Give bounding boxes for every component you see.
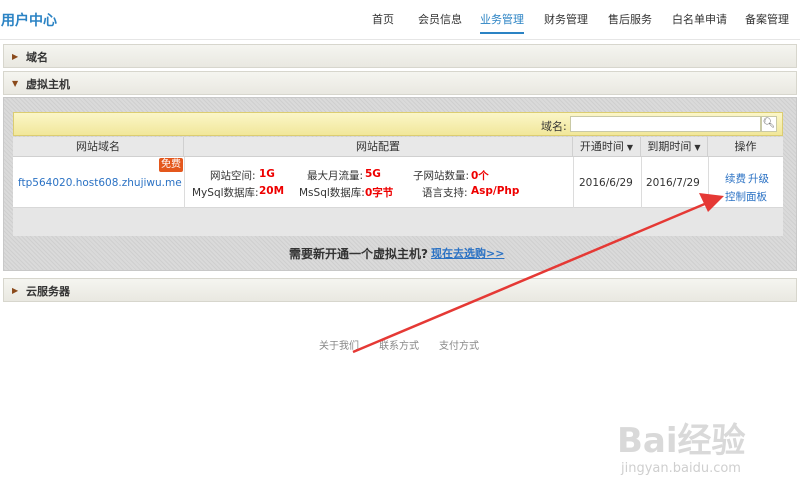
site-domain-link[interactable]: ftp564020.host608.zhujiwu.me (18, 177, 182, 189)
triangle-down-icon: ▼ (12, 79, 19, 88)
open-time-value: 2016/6/29 (579, 177, 633, 189)
config-language-value: Asp/Php (471, 185, 520, 197)
config-mysql-label: MySql数据库: (192, 187, 259, 199)
search-icon[interactable]: 🔍︎ (761, 116, 777, 132)
baidu-jingyan-watermark: Bai经验 jingyan.baidu.com (617, 413, 746, 476)
config-subsite-label: 子网站数量: (413, 170, 470, 182)
search-label: 域名: (541, 120, 567, 133)
panel-virtual-host[interactable]: ▼ 虚拟主机 (3, 71, 797, 95)
sort-down-icon: ▼ (626, 143, 634, 152)
domain-search-bar: 域名: 🔍︎ (13, 112, 783, 136)
panel-domain-title: 域名 (26, 51, 48, 64)
config-mssql-value: 0字节 (365, 187, 394, 199)
new-host-prompt: 需要新开通一个虚拟主机? (289, 247, 428, 261)
nav-finance-management[interactable]: 财务管理 (544, 11, 588, 27)
config-mysql-value: 20M (259, 185, 285, 197)
top-header: 用户中心 首页 会员信息 业务管理 财务管理 售后服务 白名单申请 备案管理 (0, 0, 800, 40)
free-badge: 免费 (159, 158, 183, 172)
column-header-domain: 网站域名 (13, 137, 184, 157)
panel-cloud-server[interactable]: ▶ 云服务器 (3, 278, 797, 302)
triangle-right-icon: ▶ (12, 286, 19, 295)
cell-divider (184, 157, 185, 208)
config-language-label: 语言支持: (422, 187, 468, 199)
table-footer-strip (13, 208, 783, 236)
nav-business-management[interactable]: 业务管理 (480, 11, 524, 34)
search-input[interactable] (570, 116, 761, 132)
config-mssql-label: MsSql数据库: (299, 187, 365, 199)
column-header-open-time[interactable]: 开通时间 ▼ (573, 137, 641, 157)
buy-now-link[interactable]: 现在去选购>> (431, 245, 504, 261)
config-space-value: 1G (259, 168, 275, 180)
nav-home[interactable]: 首页 (372, 11, 394, 27)
footer-about-us[interactable]: 关于我们 (319, 337, 359, 352)
config-space-label: 网站空间: (210, 170, 256, 182)
control-panel-link[interactable]: 控制面板 (725, 189, 767, 204)
brand-title: 用户中心 (1, 13, 57, 29)
column-header-actions: 操作 (708, 137, 783, 157)
config-traffic-value: 5G (365, 168, 381, 180)
cell-divider (573, 157, 574, 208)
cell-divider (641, 157, 642, 208)
nav-member-info[interactable]: 会员信息 (418, 11, 462, 27)
watermark-url: jingyan.baidu.com (621, 461, 741, 476)
panel-domain[interactable]: ▶ 域名 (3, 44, 797, 68)
column-header-config: 网站配置 (184, 137, 573, 157)
config-subsite-value: 0个 (471, 170, 489, 182)
cell-divider (708, 157, 709, 208)
footer-payment-methods[interactable]: 支付方式 (439, 337, 479, 352)
watermark-logo-text: Bai经验 (617, 421, 746, 461)
nav-after-sales[interactable]: 售后服务 (608, 11, 652, 27)
config-traffic-label: 最大月流量: (307, 170, 364, 182)
upgrade-link[interactable]: 升级 (748, 171, 769, 186)
expire-time-value: 2016/7/29 (646, 177, 700, 189)
renew-link[interactable]: 续费 (725, 171, 746, 186)
nav-icp-filing[interactable]: 备案管理 (745, 11, 789, 27)
panel-cloud-server-title: 云服务器 (26, 285, 70, 298)
sort-down-icon: ▼ (694, 143, 701, 152)
column-header-expire-time[interactable]: 到期时间 ▼ (641, 137, 708, 157)
nav-whitelist-apply[interactable]: 白名单申请 (672, 11, 727, 27)
triangle-right-icon: ▶ (12, 52, 19, 61)
panel-virtual-host-title: 虚拟主机 (26, 78, 70, 91)
footer-contact[interactable]: 联系方式 (379, 337, 419, 352)
